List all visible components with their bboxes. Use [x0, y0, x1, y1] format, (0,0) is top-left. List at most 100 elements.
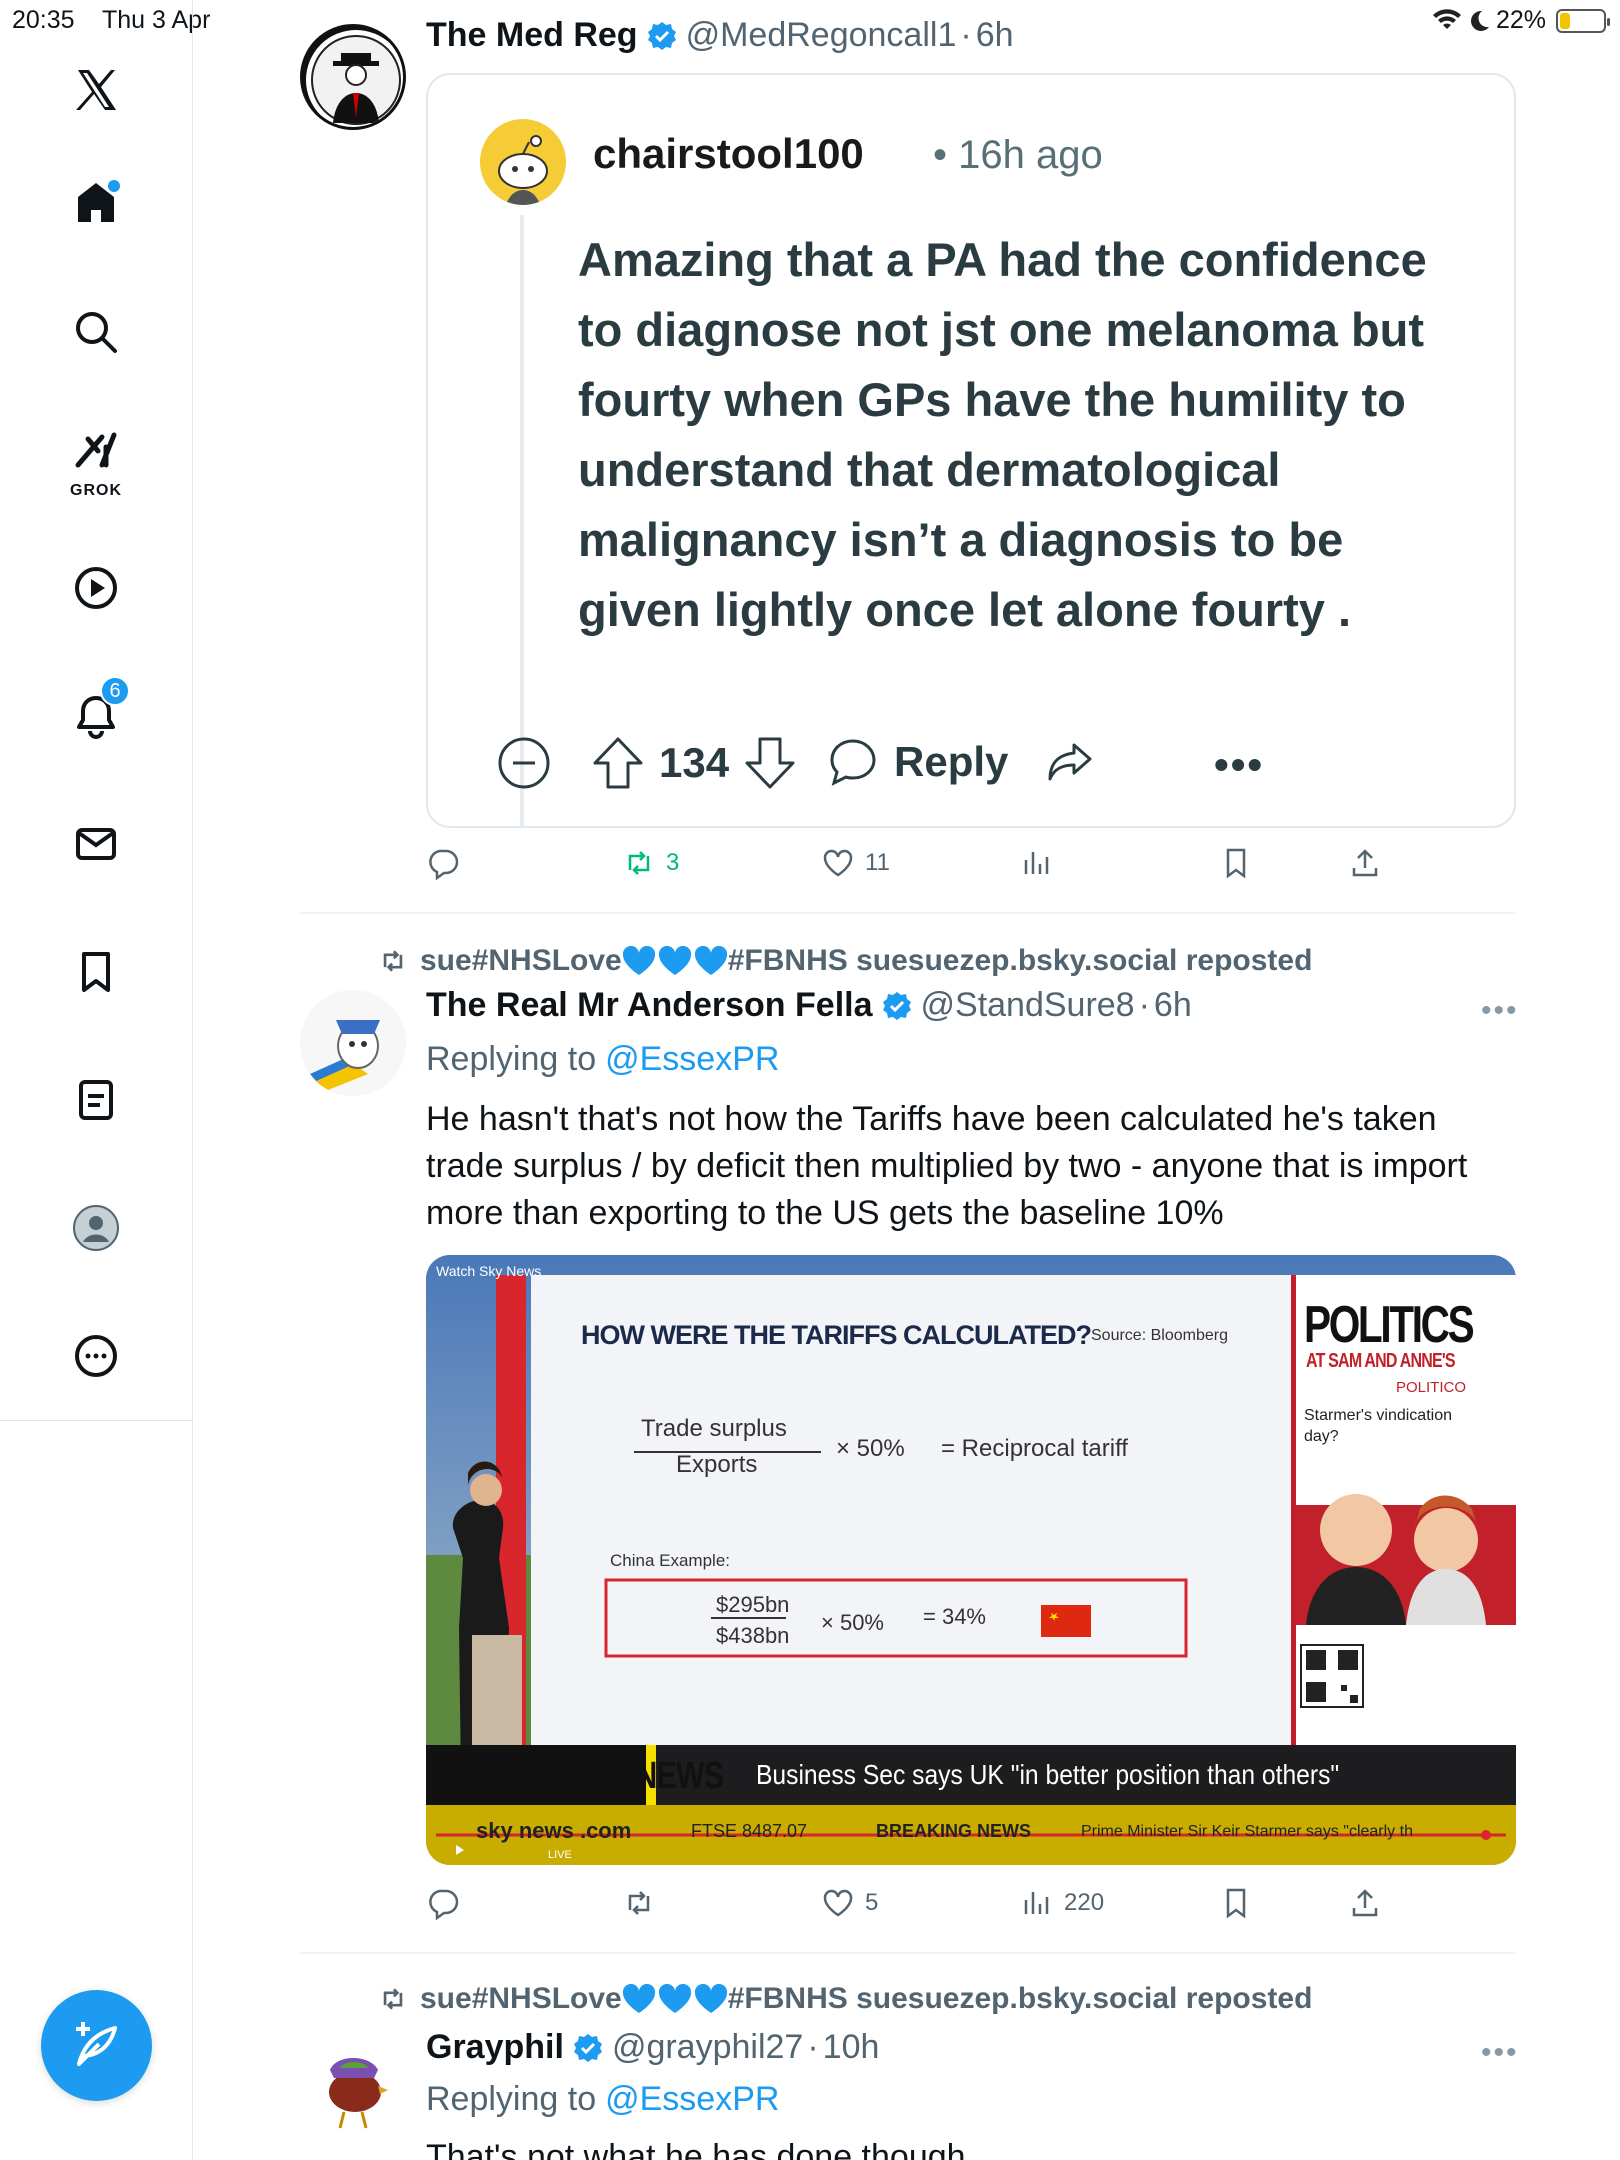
post-text: That's not what he has done though — [426, 2138, 966, 2160]
comment-bubble-icon — [830, 739, 876, 786]
replying-to-handle[interactable]: @EssexPR — [605, 2080, 779, 2119]
reposter-name[interactable]: sue#NHSLove — [420, 944, 622, 978]
post-actions: 3 11 — [426, 846, 1516, 886]
bookmark-icon — [1226, 1888, 1246, 1919]
author-name[interactable]: Grayphil — [426, 2028, 564, 2067]
like-button[interactable]: 5 — [821, 1886, 878, 1920]
repost-context-line: sue#NHSLove #FBNHS suesuezep.bsky.social… — [378, 1982, 1312, 2016]
verified-badge-icon — [573, 2033, 602, 2062]
avatar[interactable] — [300, 24, 406, 130]
post-time[interactable]: 6h — [1154, 986, 1192, 1025]
author-name[interactable]: The Real Mr Anderson Fella — [426, 986, 873, 1025]
views-button[interactable] — [1020, 846, 1054, 880]
compose-feather-icon — [75, 2021, 117, 2066]
home-icon[interactable] — [48, 154, 144, 250]
replying-to-label: Replying to — [426, 2080, 597, 2118]
compose-post-button[interactable] — [41, 1990, 152, 2101]
reposted-suffix[interactable]: #FBNHS suesuezep.bsky.social reposted — [728, 944, 1313, 978]
x-logo-icon[interactable] — [48, 42, 144, 138]
repost-icon — [383, 950, 403, 972]
reply-button[interactable] — [426, 846, 460, 880]
author-name[interactable]: The Med Reg — [426, 16, 638, 55]
notifications-badge: 6 — [100, 676, 130, 706]
example-result: = 34% — [923, 1604, 986, 1629]
watch-label: Watch Sky News — [436, 1263, 542, 1279]
reddit-time: 16h ago — [958, 133, 1103, 177]
breaking-news-label: BREAKING NEWS — [472, 1755, 724, 1797]
repost-button[interactable] — [622, 1886, 656, 1920]
views-chart-icon — [1024, 852, 1049, 874]
avatar[interactable] — [300, 990, 406, 1096]
formula-numerator: Trade surplus — [641, 1415, 787, 1442]
reddit-comment-text: Amazing that a PA had the confidence to … — [578, 233, 1427, 636]
sidebar: GROK 6 — [0, 0, 193, 2160]
bookmark-button[interactable] — [1219, 1886, 1253, 1920]
views-chart-icon — [1024, 1892, 1049, 1914]
reddit-more-icon: ••• — [1214, 741, 1265, 788]
video-player[interactable]: Watch Sky News HOW WERE THE TARIFFS CALC… — [426, 1255, 1516, 1865]
notifications-icon[interactable]: 6 — [48, 668, 144, 764]
videos-icon[interactable] — [48, 540, 144, 636]
post-time[interactable]: 10h — [823, 2028, 880, 2067]
formula-result: = Reciprocal tariff — [941, 1435, 1128, 1462]
share-button[interactable] — [1348, 1886, 1382, 1920]
post-header: The Med Reg @MedRegoncall1 · 6h — [426, 16, 1014, 55]
avatar[interactable] — [300, 2030, 406, 2136]
ticker-text: Prime Minister Sir Keir Starmer says "cl… — [1081, 1823, 1413, 1840]
post-more-icon[interactable]: ••• — [1481, 994, 1519, 1028]
grok-label: GROK — [70, 482, 122, 499]
reddit-votes: 134 — [591, 735, 797, 791]
like-button[interactable]: 11 — [821, 846, 890, 880]
bookmark-icon — [1226, 848, 1246, 879]
reply-label: Reply — [894, 738, 1009, 785]
grok-icon[interactable]: GROK — [48, 410, 144, 510]
repost-button[interactable]: 3 — [622, 846, 679, 880]
profile-avatar-icon[interactable] — [48, 1180, 144, 1276]
reply-button[interactable] — [426, 1886, 460, 1920]
embedded-reddit-comment[interactable]: chairstool100 • 16h ago Amazing that a P… — [426, 73, 1516, 828]
bookmark-button[interactable] — [1219, 846, 1253, 880]
post-actions: 5 220 — [426, 1886, 1516, 1926]
author-handle[interactable]: @StandSure8 — [921, 986, 1135, 1025]
lists-icon[interactable] — [48, 1052, 144, 1148]
example-label: China Example: — [610, 1551, 731, 1570]
reposted-suffix[interactable]: #FBNHS suesuezep.bsky.social reposted — [728, 1982, 1313, 2016]
author-handle[interactable]: @grayphil27 — [612, 2028, 803, 2067]
ticker-ftse: FTSE 8487.07 — [691, 1821, 808, 1841]
like-count: 11 — [865, 849, 890, 876]
search-icon[interactable] — [48, 284, 144, 380]
author-handle[interactable]: @MedRegoncall1 — [686, 16, 957, 55]
post-more-icon[interactable]: ••• — [1481, 2036, 1519, 2070]
share-arrow-icon — [1044, 735, 1098, 789]
example-denominator: $438bn — [716, 1623, 790, 1648]
views-button[interactable]: 220 — [1020, 1886, 1104, 1920]
post-time[interactable]: 6h — [976, 16, 1014, 55]
reddit-avatar — [480, 119, 566, 205]
verified-badge-icon — [647, 21, 676, 50]
ticker-site: sky news .com — [476, 1818, 632, 1843]
repost-context: sue#NHSLove #FBNHS suesuezep.bsky.social… — [378, 1982, 1312, 2016]
formula-multiplier: × 50% — [836, 1435, 905, 1462]
share-button[interactable] — [1348, 846, 1382, 880]
collapse-icon — [496, 735, 552, 791]
bookmarks-icon[interactable] — [48, 924, 144, 1020]
dot-separator: · — [807, 2028, 819, 2066]
ticker-breaking: BREAKING NEWS — [876, 1821, 1032, 1841]
repost-context: sue#NHSLove #FBNHS suesuezep.bsky.social… — [378, 944, 1312, 978]
share-icon — [1352, 1889, 1378, 1917]
repost-icon — [383, 1988, 403, 2010]
more-options-icon[interactable] — [48, 1308, 144, 1404]
replying-to-handle[interactable]: @EssexPR — [605, 1040, 779, 1079]
politico-brand: POLITICO — [1396, 1379, 1467, 1396]
dot-separator: · — [960, 16, 972, 54]
reddit-username: chairstool100 — [593, 130, 864, 177]
example-multiplier: × 50% — [821, 1610, 884, 1635]
reddit-reply: Reply — [826, 735, 1008, 789]
reposter-name[interactable]: sue#NHSLove — [420, 1982, 622, 2016]
messages-icon[interactable] — [48, 796, 144, 892]
heart-icon — [823, 849, 853, 877]
post-separator — [300, 912, 1515, 914]
qr-caption: Scan to listen and follow podcast — [1366, 1646, 1451, 1700]
blue-hearts-emoji — [622, 946, 728, 976]
reply-icon — [429, 849, 459, 880]
